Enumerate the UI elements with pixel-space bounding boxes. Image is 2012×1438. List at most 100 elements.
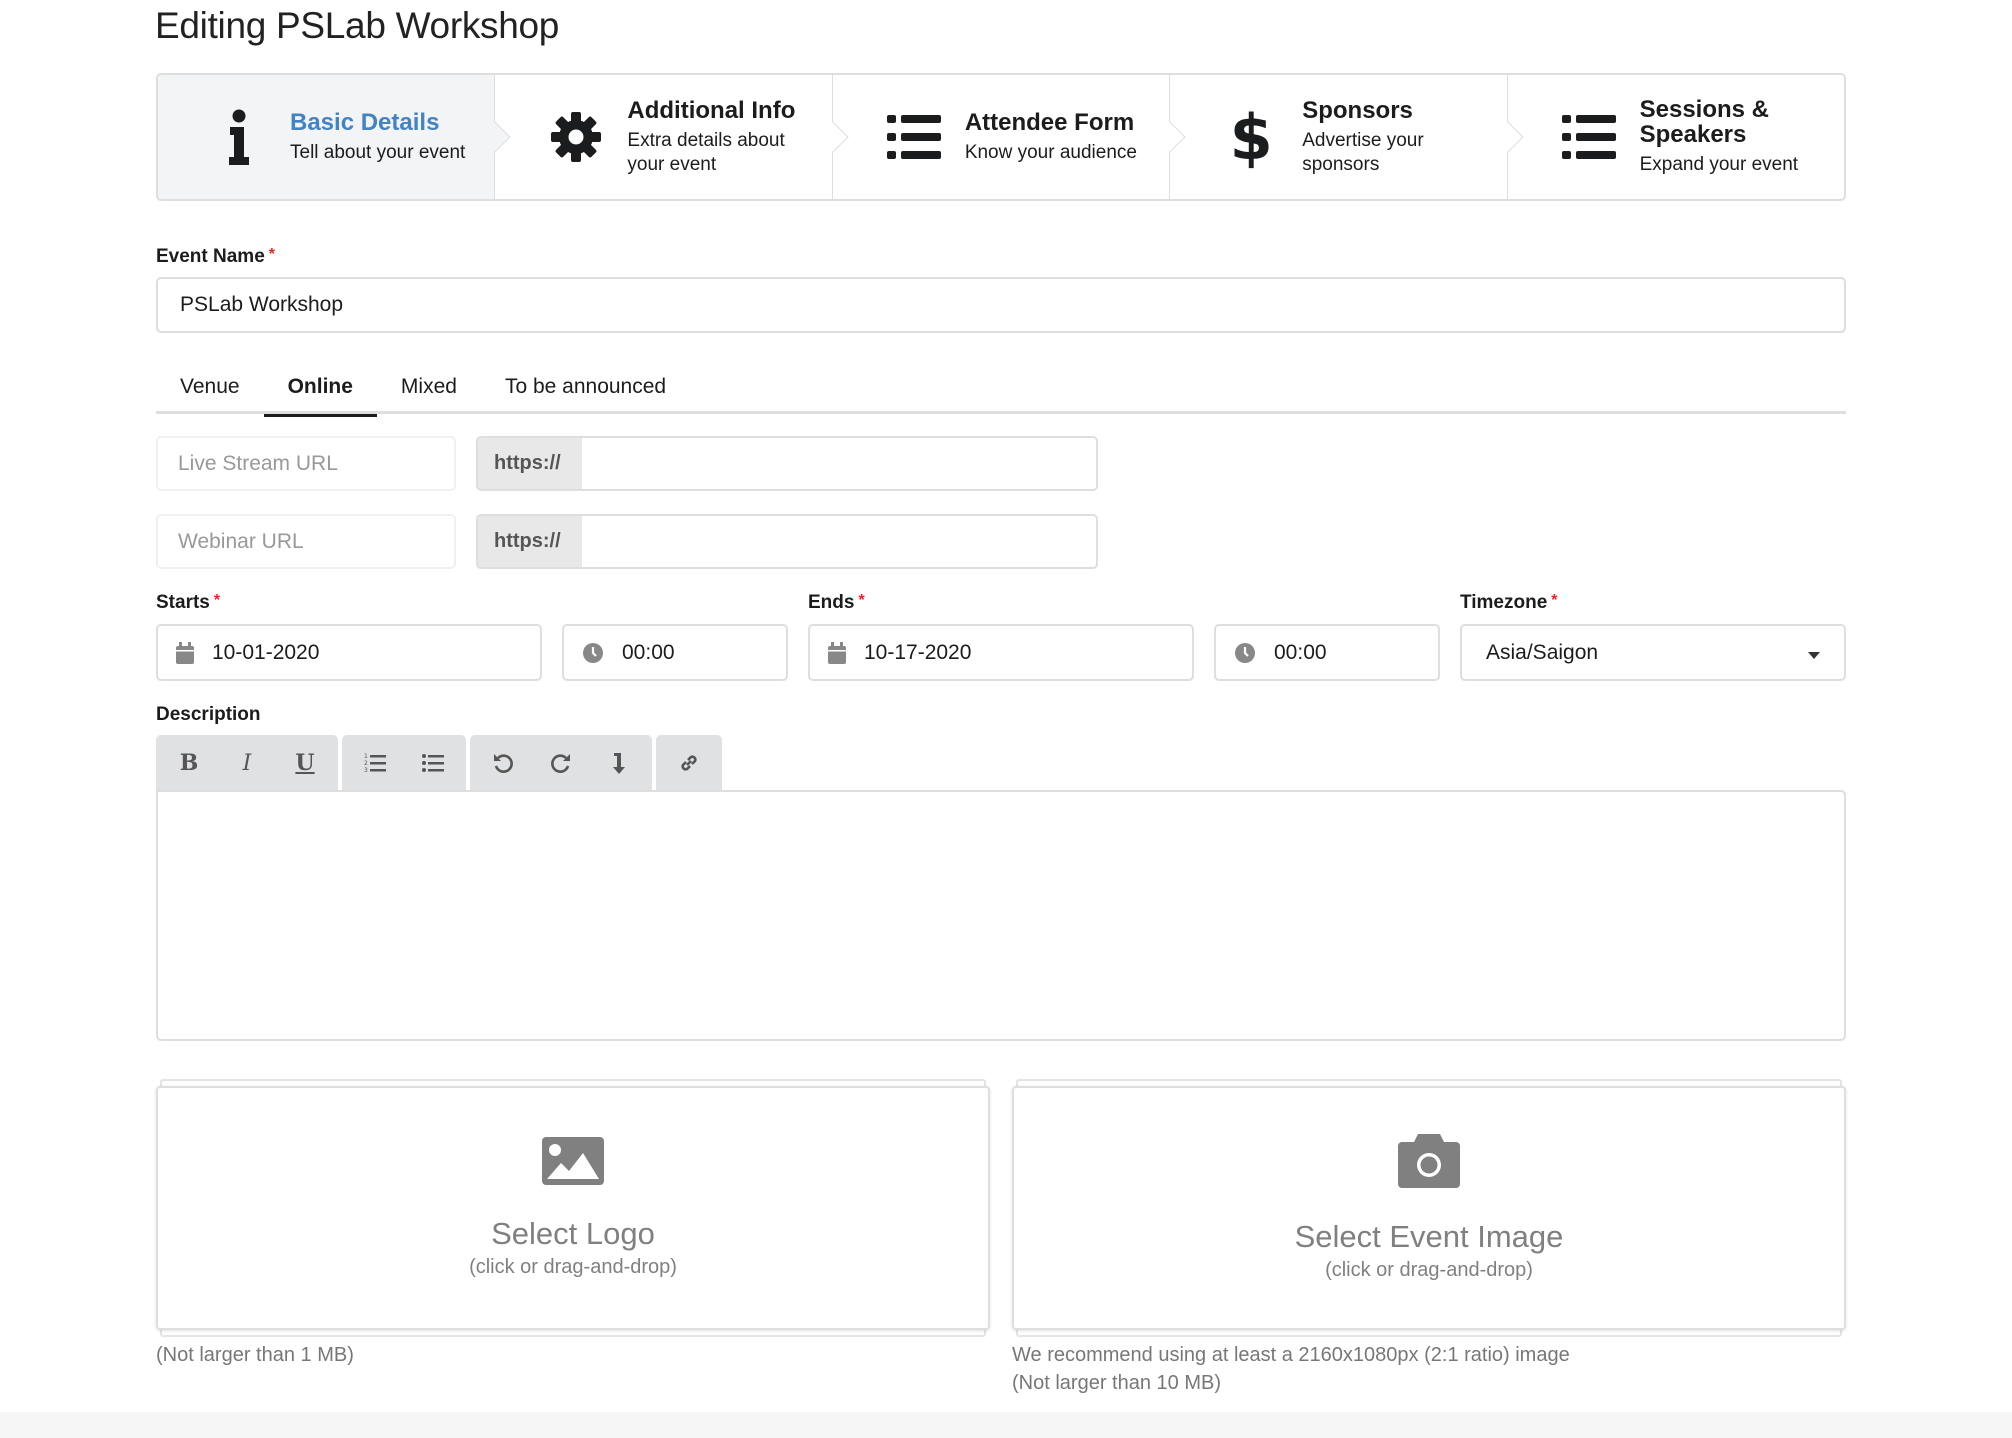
line-break-button[interactable] — [590, 735, 648, 791]
text-format-group: B I U — [156, 735, 338, 791]
live-stream-url-label: Live Stream URL — [156, 436, 456, 491]
tab-to-be-announced[interactable]: To be announced — [481, 360, 690, 414]
page-bottom-band — [0, 1412, 2012, 1438]
list-icon — [885, 115, 943, 159]
event-image-upload-wrapper: Select Event Image (click or drag-and-dr… — [1012, 1079, 1846, 1337]
step-description: Tell about your event — [290, 141, 466, 163]
start-date-input[interactable]: 10-01-2020 — [156, 624, 542, 681]
required-mark: * — [268, 246, 276, 263]
clock-icon — [582, 642, 604, 664]
start-date-value: 10-01-2020 — [212, 640, 320, 664]
step-sessions-speakers[interactable]: Sessions & Speakers Expand your event — [1508, 75, 1844, 199]
camera-icon — [1398, 1134, 1460, 1193]
end-time-value: 00:00 — [1274, 640, 1327, 664]
webinar-url-label: Webinar URL — [156, 514, 456, 569]
step-title: Attendee Form — [964, 108, 1135, 136]
upload-subtitle: (click or drag-and-drop) — [469, 1256, 677, 1278]
info-icon — [210, 109, 268, 165]
redo-icon — [551, 754, 570, 773]
undo-button[interactable] — [474, 735, 532, 791]
dollar-icon: $ — [1229, 100, 1273, 174]
calendar-icon — [828, 641, 846, 664]
timezone-value: Asia/Saigon — [1486, 640, 1599, 664]
italic-button[interactable]: I — [218, 735, 276, 791]
undo-icon — [494, 754, 513, 773]
timezone-label-text: Timezone — [1460, 592, 1548, 613]
history-group — [470, 735, 652, 791]
live-stream-url-input-group: https:// — [476, 436, 1098, 491]
logo-upload-wrapper: Select Logo (click or drag-and-drop) — [156, 1079, 990, 1337]
timezone-select[interactable]: Asia/Saigon — [1460, 624, 1846, 681]
dropdown-caret-icon — [1808, 641, 1820, 665]
start-time-value: 00:00 — [622, 640, 675, 664]
step-description: Know your audience — [964, 141, 1137, 163]
step-sponsors[interactable]: $ Sponsors Advertise your sponsors — [1170, 75, 1524, 199]
ordered-list-icon: 123 — [364, 753, 386, 773]
step-title: Sponsors — [1302, 96, 1413, 124]
webinar-url-input[interactable] — [582, 516, 1096, 567]
editor-toolbar: B I U 123 — [156, 735, 726, 791]
event-name-value: PSLab Workshop — [180, 293, 344, 316]
description-label: Description — [156, 704, 261, 725]
step-title: Sessions & Speakers — [1639, 95, 1770, 149]
unordered-list-button[interactable] — [404, 735, 462, 791]
timezone-label: Timezone * — [1460, 592, 1558, 614]
underline-button[interactable]: U — [276, 735, 334, 791]
svg-text:1: 1 — [364, 753, 368, 760]
upload-title: Select Logo — [491, 1216, 655, 1251]
end-time-input[interactable]: 00:00 — [1214, 624, 1440, 681]
step-description: Advertise your sponsors — [1302, 129, 1424, 175]
event-name-label: Event Name * — [156, 246, 275, 268]
url-prefix: https:// — [478, 516, 582, 567]
required-mark: * — [858, 592, 865, 609]
upload-subtitle: (click or drag-and-drop) — [1325, 1259, 1533, 1281]
step-description: Extra details about your event — [627, 129, 785, 175]
step-additional-info[interactable]: Additional Info Extra details about your… — [495, 75, 849, 199]
description-editor[interactable] — [156, 790, 1846, 1041]
clock-icon — [1234, 642, 1256, 664]
bold-button[interactable]: B — [160, 735, 218, 791]
start-time-input[interactable]: 00:00 — [562, 624, 788, 681]
image-size-note: (Not larger than 10 MB) — [1012, 1372, 1221, 1394]
link-group — [656, 735, 722, 791]
image-icon — [542, 1137, 604, 1190]
webinar-url-input-group: https:// — [476, 514, 1098, 569]
ordered-list-button[interactable]: 123 — [346, 735, 404, 791]
ends-label-text: Ends — [808, 592, 855, 613]
gear-icon — [547, 111, 605, 163]
step-title: Basic Details — [290, 108, 440, 136]
end-date-value: 10-17-2020 — [864, 640, 972, 664]
arrow-down-icon — [613, 753, 625, 774]
image-recommendation: We recommend using at least a 2160x1080p… — [1012, 1344, 1570, 1366]
starts-label: Starts * — [156, 592, 220, 614]
list-icon — [1560, 115, 1618, 159]
end-date-input[interactable]: 10-17-2020 — [808, 624, 1194, 681]
svg-text:3: 3 — [364, 767, 368, 773]
step-title: Additional Info — [627, 96, 796, 124]
url-prefix: https:// — [478, 438, 582, 489]
tab-online[interactable]: Online — [263, 360, 378, 417]
unordered-list-icon — [422, 754, 444, 772]
list-group: 123 — [342, 735, 466, 791]
event-name-label-text: Event Name — [156, 246, 265, 267]
step-basic-details[interactable]: Basic Details Tell about your event — [158, 75, 511, 199]
tab-mixed[interactable]: Mixed — [377, 360, 481, 414]
svg-text:2: 2 — [364, 760, 368, 767]
redo-button[interactable] — [532, 735, 590, 791]
link-button[interactable] — [660, 735, 718, 791]
step-navigation: Basic Details Tell about your event Addi… — [156, 73, 1846, 201]
select-logo-dropzone[interactable]: Select Logo (click or drag-and-drop) — [156, 1086, 990, 1330]
upload-title: Select Event Image — [1294, 1219, 1564, 1254]
page-title: Editing PSLab Workshop — [155, 5, 560, 46]
link-icon — [681, 755, 697, 771]
required-mark: * — [213, 592, 221, 609]
location-tabs: Venue Online Mixed To be announced — [156, 360, 1846, 417]
select-event-image-dropzone[interactable]: Select Event Image (click or drag-and-dr… — [1012, 1086, 1846, 1330]
step-attendee-form[interactable]: Attendee Form Know your audience — [833, 75, 1186, 199]
live-stream-url-input[interactable] — [582, 438, 1096, 489]
step-description: Expand your event — [1639, 154, 1799, 176]
event-image-recommendation-note: We recommend using at least a 2160x1080p… — [1012, 1341, 1570, 1397]
event-name-input[interactable]: PSLab Workshop — [156, 277, 1846, 333]
tab-venue[interactable]: Venue — [156, 360, 264, 414]
calendar-icon — [176, 641, 194, 664]
